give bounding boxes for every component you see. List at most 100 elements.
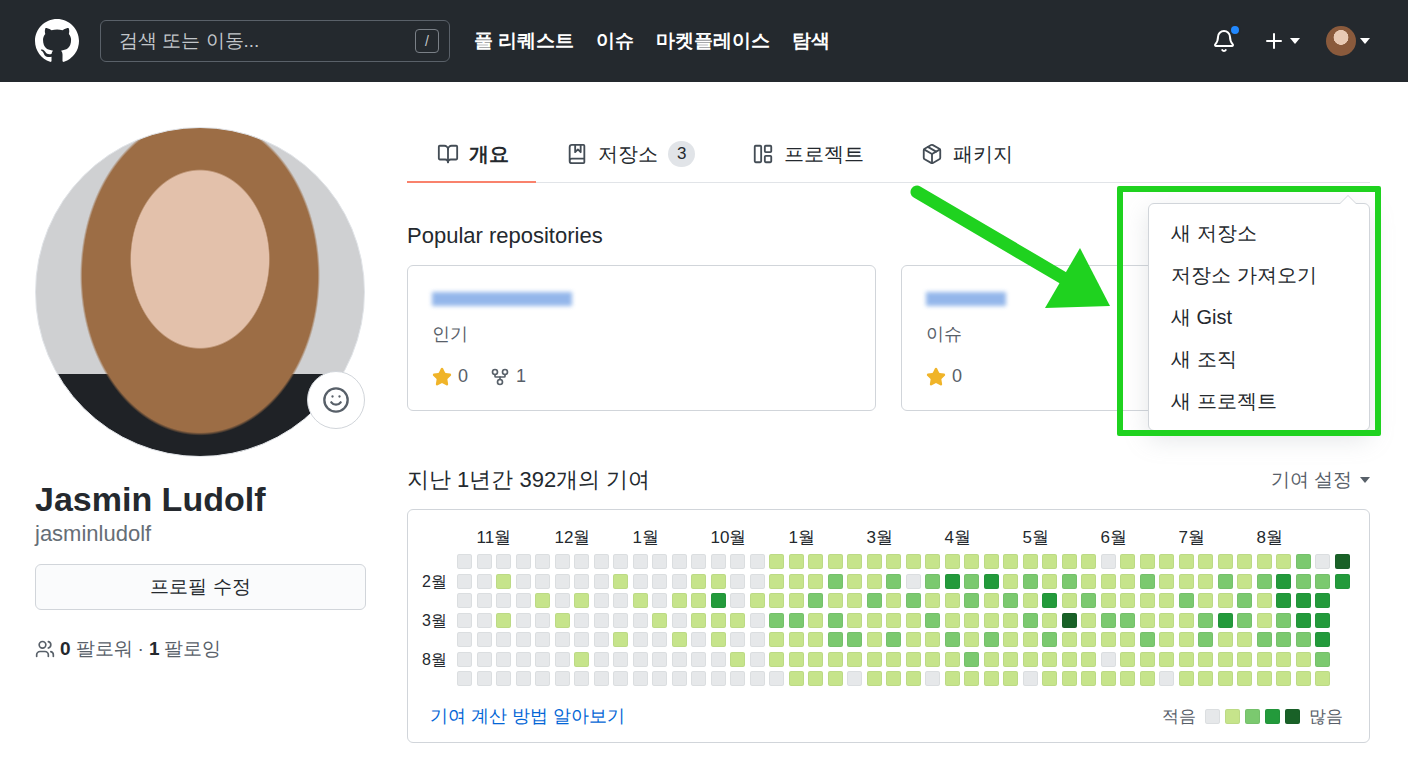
contribution-cell[interactable] — [984, 554, 999, 569]
search-input[interactable] — [117, 29, 407, 53]
contribution-cell[interactable] — [1198, 593, 1213, 608]
contribution-cell[interactable] — [828, 593, 843, 608]
contribution-cell[interactable] — [594, 574, 609, 589]
contribution-cell[interactable] — [925, 554, 940, 569]
contribution-cell[interactable] — [925, 574, 940, 589]
contribution-cell[interactable] — [711, 593, 726, 608]
contribution-cell[interactable] — [1062, 632, 1077, 647]
fork-count[interactable]: 1 — [490, 366, 526, 387]
contribution-cell[interactable] — [574, 632, 589, 647]
contribution-cell[interactable] — [1003, 593, 1018, 608]
contribution-cell[interactable] — [1081, 632, 1096, 647]
nav-link[interactable]: 풀 리퀘스트 — [474, 28, 574, 54]
contribution-cell[interactable] — [1276, 632, 1291, 647]
contribution-cell[interactable] — [652, 613, 667, 628]
contribution-cell[interactable] — [613, 652, 628, 667]
contribution-cell[interactable] — [574, 593, 589, 608]
tab[interactable]: 개요 — [407, 127, 536, 183]
contribution-cell[interactable] — [769, 671, 784, 686]
contribution-cell[interactable] — [1101, 574, 1116, 589]
contribution-cell[interactable] — [477, 574, 492, 589]
contribution-cell[interactable] — [1023, 613, 1038, 628]
contribution-cell[interactable] — [535, 593, 550, 608]
contribution-cell[interactable] — [1081, 613, 1096, 628]
contribution-cell[interactable] — [945, 593, 960, 608]
contribution-cell[interactable] — [730, 613, 745, 628]
followers-label[interactable]: 팔로워 — [76, 636, 133, 662]
contribution-cell[interactable] — [1218, 593, 1233, 608]
contribution-cell[interactable] — [1081, 574, 1096, 589]
contribution-cell[interactable] — [652, 652, 667, 667]
contribution-cell[interactable] — [828, 652, 843, 667]
contribution-cell[interactable] — [496, 613, 511, 628]
contribution-cell[interactable] — [613, 593, 628, 608]
contribution-cell[interactable] — [1257, 671, 1272, 686]
contribution-cell[interactable] — [964, 554, 979, 569]
contribution-cell[interactable] — [906, 632, 921, 647]
contribution-cell[interactable] — [574, 574, 589, 589]
contribution-cell[interactable] — [711, 574, 726, 589]
contribution-cell[interactable] — [1257, 652, 1272, 667]
contribution-cell[interactable] — [750, 554, 765, 569]
contribution-cell[interactable] — [1159, 574, 1174, 589]
contribution-cell[interactable] — [925, 593, 940, 608]
contribution-cell[interactable] — [633, 652, 648, 667]
contribution-cell[interactable] — [496, 593, 511, 608]
contribution-cell[interactable] — [1062, 554, 1077, 569]
contribution-cell[interactable] — [828, 554, 843, 569]
contribution-cell[interactable] — [886, 554, 901, 569]
contribution-cell[interactable] — [496, 632, 511, 647]
contribution-cell[interactable] — [1179, 652, 1194, 667]
contribution-cell[interactable] — [496, 574, 511, 589]
contribution-settings[interactable]: 기여 설정 — [1271, 467, 1370, 493]
contribution-cell[interactable] — [691, 632, 706, 647]
contribution-cell[interactable] — [1159, 613, 1174, 628]
contribution-cell[interactable] — [574, 554, 589, 569]
contribution-cell[interactable] — [984, 671, 999, 686]
contribution-cell[interactable] — [769, 632, 784, 647]
contribution-cell[interactable] — [496, 671, 511, 686]
nav-link[interactable]: 이슈 — [596, 28, 634, 54]
contribution-cell[interactable] — [1101, 652, 1116, 667]
contribution-cell[interactable] — [984, 613, 999, 628]
contribution-cell[interactable] — [652, 671, 667, 686]
contribution-cell[interactable] — [808, 593, 823, 608]
menu-item[interactable]: 새 저장소 — [1149, 212, 1369, 254]
star-count[interactable]: 0 — [432, 366, 468, 387]
contribution-cell[interactable] — [516, 613, 531, 628]
contribution-cell[interactable] — [457, 632, 472, 647]
contribution-cell[interactable] — [886, 632, 901, 647]
contribution-cell[interactable] — [516, 632, 531, 647]
help-link[interactable]: 기여 계산 방법 알아보기 — [430, 704, 625, 728]
contribution-cell[interactable] — [1062, 671, 1077, 686]
contribution-cell[interactable] — [1335, 574, 1350, 589]
contribution-cell[interactable] — [633, 671, 648, 686]
contribution-cell[interactable] — [906, 574, 921, 589]
contribution-cell[interactable] — [1023, 593, 1038, 608]
contribution-cell[interactable] — [1276, 574, 1291, 589]
contribution-cell[interactable] — [828, 613, 843, 628]
contribution-cell[interactable] — [750, 671, 765, 686]
contribution-cell[interactable] — [1257, 593, 1272, 608]
contribution-cell[interactable] — [1023, 632, 1038, 647]
contribution-cell[interactable] — [906, 671, 921, 686]
contribution-cell[interactable] — [1062, 652, 1077, 667]
contribution-cell[interactable] — [457, 652, 472, 667]
contribution-cell[interactable] — [906, 554, 921, 569]
contribution-cell[interactable] — [652, 632, 667, 647]
contribution-cell[interactable] — [984, 593, 999, 608]
followers-count[interactable]: 0 — [60, 638, 71, 660]
contribution-cell[interactable] — [1218, 554, 1233, 569]
contribution-cell[interactable] — [555, 593, 570, 608]
contribution-cell[interactable] — [672, 613, 687, 628]
contribution-cell[interactable] — [1003, 632, 1018, 647]
contribution-cell[interactable] — [1237, 593, 1252, 608]
contribution-cell[interactable] — [1003, 671, 1018, 686]
contribution-cell[interactable] — [1315, 593, 1330, 608]
contribution-cell[interactable] — [1042, 593, 1057, 608]
contribution-cell[interactable] — [555, 613, 570, 628]
contribution-cell[interactable] — [457, 671, 472, 686]
contribution-cell[interactable] — [1140, 574, 1155, 589]
contribution-cell[interactable] — [1023, 574, 1038, 589]
contribution-cell[interactable] — [1198, 671, 1213, 686]
